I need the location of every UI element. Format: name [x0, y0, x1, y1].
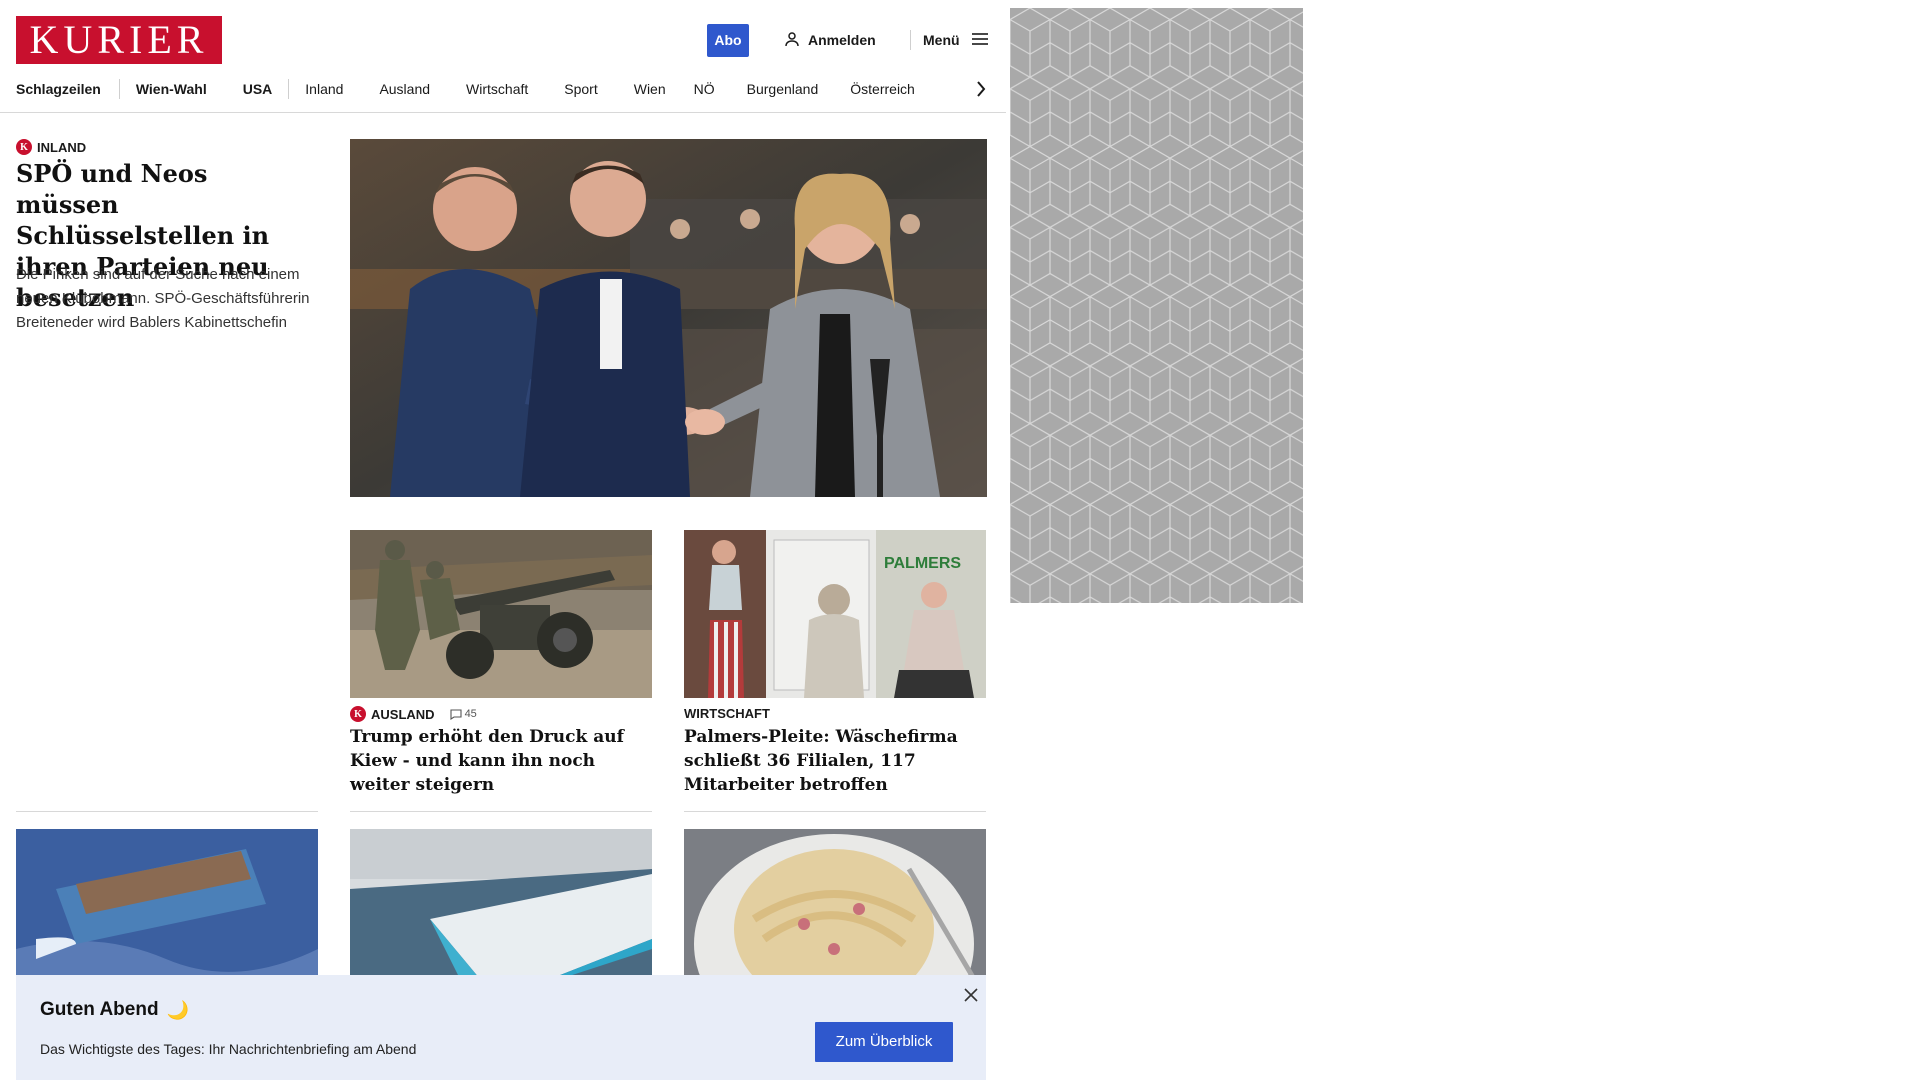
nav-item-wirtschaft[interactable]: Wirtschaft: [466, 81, 528, 97]
login-button[interactable]: Anmelden: [784, 29, 876, 51]
card-kicker-wirtschaft[interactable]: WIRTSCHAFT: [684, 706, 770, 721]
divider: [350, 811, 652, 812]
zum-ueberblick-button[interactable]: Zum Überblick: [815, 1022, 953, 1062]
site-header: KURIER Abo Anmelden Menü Schlagzeilen Wi…: [0, 0, 1006, 113]
moon-icon: 🌙: [166, 999, 189, 1020]
kurier-plus-badge-icon: K: [350, 706, 366, 722]
close-icon[interactable]: [959, 983, 983, 1007]
divider: [16, 811, 318, 812]
nav-item-burgenland[interactable]: Burgenland: [747, 81, 819, 97]
hamburger-icon: [971, 32, 988, 49]
nav-divider: [288, 79, 290, 99]
menu-button[interactable]: Menü: [923, 29, 988, 51]
nav-item-sport[interactable]: Sport: [564, 81, 597, 97]
article-image-pasta[interactable]: [684, 829, 986, 979]
divider: [684, 811, 986, 812]
nav-item-wien-wahl[interactable]: Wien-Wahl: [136, 81, 207, 97]
card-kicker-ausland[interactable]: K AUSLAND 45: [350, 706, 477, 722]
nav-item-ausland[interactable]: Ausland: [379, 81, 430, 97]
login-label: Anmelden: [808, 32, 876, 48]
briefing-title-text: Guten Abend: [40, 999, 159, 1020]
comment-count[interactable]: 45: [450, 708, 477, 720]
nav-item-schlagzeilen[interactable]: Schlagzeilen: [16, 81, 101, 97]
lead-category: INLAND: [37, 139, 87, 155]
briefing-text: Das Wichtigste des Tages: Ihr Nachrichte…: [40, 1041, 417, 1057]
comment-icon: [450, 708, 462, 720]
article-image-palmers[interactable]: PALMERS: [684, 530, 986, 698]
card-headline-trump[interactable]: Trump erhöht den Druck auf Kiew - und ka…: [350, 725, 652, 797]
card-category: AUSLAND: [371, 706, 435, 722]
nav-divider: [118, 79, 120, 99]
palmers-sign-text: PALMERS: [884, 555, 961, 572]
kurier-logo[interactable]: KURIER: [16, 16, 222, 64]
card-headline-palmers[interactable]: Palmers-Pleite: Wäschefirma schließt 36 …: [684, 725, 986, 797]
lead-photo[interactable]: [350, 139, 987, 497]
abo-button[interactable]: Abo: [707, 24, 749, 57]
comment-count-value: 45: [464, 708, 477, 720]
advertisement-placeholder: [1010, 8, 1303, 603]
article-image-iceberg[interactable]: [350, 829, 652, 979]
kurier-plus-badge-icon: K: [16, 139, 32, 155]
nav-item-inland[interactable]: Inland: [305, 81, 343, 97]
card-category: WIRTSCHAFT: [684, 706, 770, 721]
nav-item-wien[interactable]: Wien: [634, 81, 666, 97]
header-divider: [910, 30, 911, 50]
user-icon: [784, 31, 800, 50]
nav-item-noe[interactable]: NÖ: [694, 81, 715, 97]
nav-item-oesterreich[interactable]: Österreich: [850, 81, 915, 97]
briefing-title: Guten Abend 🌙: [40, 999, 189, 1021]
nav-item-usa[interactable]: USA: [243, 81, 273, 97]
article-image-artillery[interactable]: [350, 530, 652, 698]
evening-briefing-banner: Guten Abend 🌙 Das Wichtigste des Tages: …: [16, 975, 986, 1080]
menu-label: Menü: [923, 32, 960, 48]
lead-kicker[interactable]: K INLAND: [16, 139, 86, 155]
lead-teaser: Die Pinken sind auf der Suche nach einem…: [16, 266, 310, 331]
section-nav: Schlagzeilen Wien-Wahl USA Inland Auslan…: [16, 78, 951, 100]
article-image-migrant-boat[interactable]: [16, 829, 318, 979]
page: KURIER Abo Anmelden Menü Schlagzeilen Wi…: [0, 0, 1015, 1080]
nav-scroll-right-chevron-icon[interactable]: [973, 78, 989, 100]
